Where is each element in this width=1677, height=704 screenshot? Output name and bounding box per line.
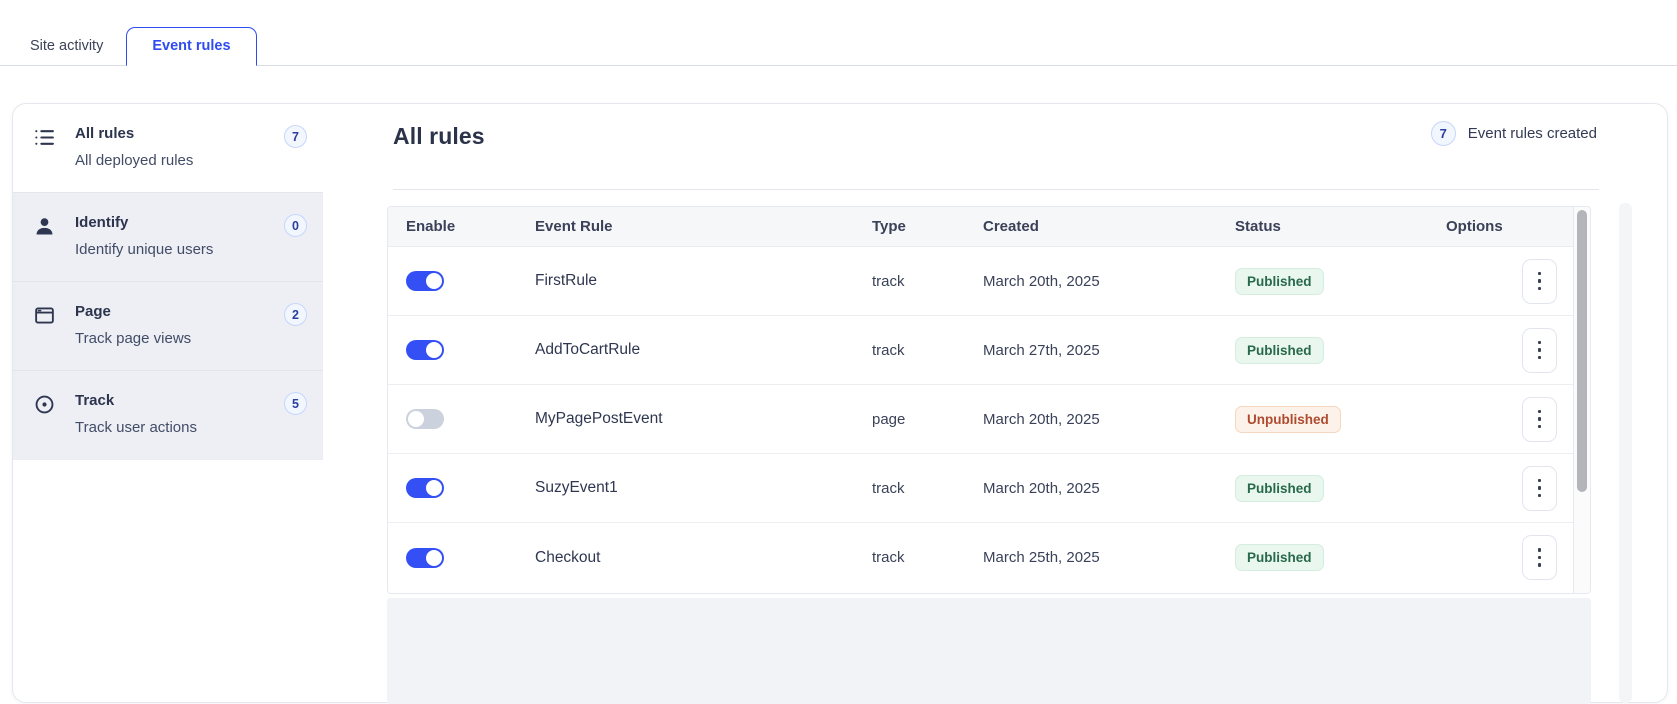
sidebar-item-title: All rules bbox=[75, 125, 135, 142]
kebab-dot bbox=[1537, 478, 1542, 483]
list-icon bbox=[33, 126, 56, 149]
event-rule-type: track bbox=[872, 272, 905, 290]
options-kebab-button[interactable] bbox=[1522, 535, 1557, 580]
column-header-event-rule: Event Rule bbox=[535, 218, 613, 235]
kebab-dot bbox=[1537, 563, 1542, 567]
kebab-dot bbox=[1537, 555, 1542, 560]
kebab-dot bbox=[1537, 271, 1542, 276]
kebab-dot bbox=[1537, 424, 1542, 429]
event-rule-name: SuzyEvent1 bbox=[535, 479, 618, 496]
kebab-dot bbox=[1537, 486, 1542, 490]
sidebar-item-subtitle: Track user actions bbox=[75, 419, 197, 436]
sidebar-item-count-badge: 5 bbox=[284, 392, 307, 415]
toggle-knob bbox=[426, 273, 442, 289]
sidebar-item-subtitle: Track page views bbox=[75, 330, 192, 347]
options-kebab-button[interactable] bbox=[1522, 396, 1557, 442]
column-header-options: Options bbox=[1446, 218, 1503, 235]
event-rule-created: March 25th, 2025 bbox=[983, 549, 1100, 566]
enable-toggle[interactable] bbox=[406, 340, 444, 360]
table-row: MyPagePostEvent page March 20th, 2025 Un… bbox=[388, 385, 1573, 454]
table-row: FirstRule track March 20th, 2025 Publish… bbox=[388, 247, 1573, 316]
sidebar-item-title: Identify bbox=[75, 214, 129, 231]
event-rule-name: Checkout bbox=[535, 548, 601, 566]
panel-scrollbar-track[interactable] bbox=[1619, 203, 1632, 703]
kebab-dot bbox=[1537, 417, 1542, 421]
sidebar-item-title: Track bbox=[75, 392, 115, 409]
table-row: AddToCartRule track March 27th, 2025 Pub… bbox=[388, 316, 1573, 385]
event-rule-type: track bbox=[872, 479, 905, 497]
created-count-badge: 7 bbox=[1430, 121, 1456, 146]
toggle-knob bbox=[426, 342, 442, 358]
enable-toggle[interactable] bbox=[406, 271, 444, 291]
kebab-dot bbox=[1537, 340, 1542, 345]
table-scrollbar-thumb[interactable] bbox=[1577, 210, 1587, 492]
event-rules-created-summary: 7 Event rules created bbox=[1430, 121, 1597, 146]
sidebar-item-identify[interactable]: Identify Identify unique users 0 bbox=[13, 193, 323, 282]
kebab-dot bbox=[1537, 355, 1542, 360]
user-icon bbox=[33, 215, 56, 238]
sidebar-item-subtitle: All deployed rules bbox=[75, 152, 194, 169]
sidebar-item-count-badge: 2 bbox=[284, 303, 307, 326]
status-badge: Published bbox=[1235, 336, 1324, 364]
kebab-dot bbox=[1537, 409, 1542, 414]
toggle-knob bbox=[426, 480, 442, 496]
sidebar-item-page[interactable]: Page Track page views 2 bbox=[13, 282, 323, 371]
table-header-row: Enable Event Rule Type Created Status Options bbox=[388, 207, 1573, 247]
rules-table: Enable Event Rule Type Created Status Options… bbox=[387, 206, 1591, 594]
kebab-dot bbox=[1537, 348, 1542, 352]
table-footer-strip bbox=[387, 598, 1591, 704]
toggle-knob bbox=[408, 411, 424, 427]
kebab-dot bbox=[1537, 548, 1542, 552]
kebab-dot bbox=[1537, 279, 1542, 283]
status-badge: Published bbox=[1235, 544, 1324, 571]
event-rule-created: March 20th, 2025 bbox=[983, 410, 1100, 428]
enable-toggle[interactable] bbox=[406, 547, 444, 568]
column-header-status: Status bbox=[1235, 218, 1281, 235]
target-icon bbox=[33, 393, 56, 416]
table-row: Checkout track March 25th, 2025 Publishe… bbox=[388, 523, 1573, 592]
column-header-enable: Enable bbox=[406, 218, 456, 235]
status-badge: Unpublished bbox=[1235, 405, 1341, 433]
heading-divider bbox=[393, 189, 1599, 190]
sidebar-item-subtitle: Identify unique users bbox=[75, 241, 214, 258]
event-rule-name: AddToCartRule bbox=[535, 341, 641, 358]
options-kebab-button[interactable] bbox=[1522, 327, 1557, 373]
event-rule-created: March 20th, 2025 bbox=[983, 272, 1100, 290]
options-kebab-button[interactable] bbox=[1522, 258, 1557, 304]
sidebar-item-count-badge: 7 bbox=[284, 125, 307, 148]
event-rules-panel: All rules All deployed rules 7 Identify … bbox=[12, 103, 1668, 704]
event-rule-created: March 20th, 2025 bbox=[983, 479, 1100, 497]
kebab-dot bbox=[1537, 286, 1542, 291]
tab-site-activity[interactable]: Site activity bbox=[12, 27, 121, 66]
column-header-type: Type bbox=[872, 218, 906, 235]
event-rule-type: page bbox=[872, 410, 906, 428]
event-rule-type: track bbox=[872, 549, 905, 566]
table-row: SuzyEvent1 track March 20th, 2025 Publis… bbox=[388, 454, 1573, 523]
event-rule-name: FirstRule bbox=[535, 272, 598, 289]
page-title: All rules bbox=[393, 123, 485, 149]
event-rule-name: MyPagePostEvent bbox=[535, 410, 663, 427]
status-badge: Published bbox=[1235, 474, 1324, 502]
toggle-knob bbox=[426, 549, 442, 566]
window-icon bbox=[33, 304, 56, 327]
sidebar-item-title: Page bbox=[75, 303, 111, 320]
sidebar-item-count-badge: 0 bbox=[284, 214, 307, 237]
created-count-label: Event rules created bbox=[1467, 125, 1597, 142]
event-rule-created: March 27th, 2025 bbox=[983, 341, 1100, 359]
sidebar-item-all-rules[interactable]: All rules All deployed rules 7 bbox=[13, 104, 323, 193]
status-badge: Published bbox=[1235, 267, 1324, 295]
kebab-dot bbox=[1537, 493, 1542, 498]
rule-type-sidebar: All rules All deployed rules 7 Identify … bbox=[13, 104, 323, 460]
sidebar-item-track[interactable]: Track Track user actions 5 bbox=[13, 371, 323, 460]
table-scrollbar-track bbox=[1574, 207, 1590, 593]
event-rule-type: track bbox=[872, 341, 905, 359]
options-kebab-button[interactable] bbox=[1522, 465, 1557, 511]
enable-toggle[interactable] bbox=[406, 409, 444, 429]
column-header-created: Created bbox=[983, 218, 1039, 235]
tab-event-rules[interactable]: Event rules bbox=[126, 27, 257, 66]
tab-bar: Site activity Event rules bbox=[0, 0, 1677, 66]
enable-toggle[interactable] bbox=[406, 478, 444, 498]
